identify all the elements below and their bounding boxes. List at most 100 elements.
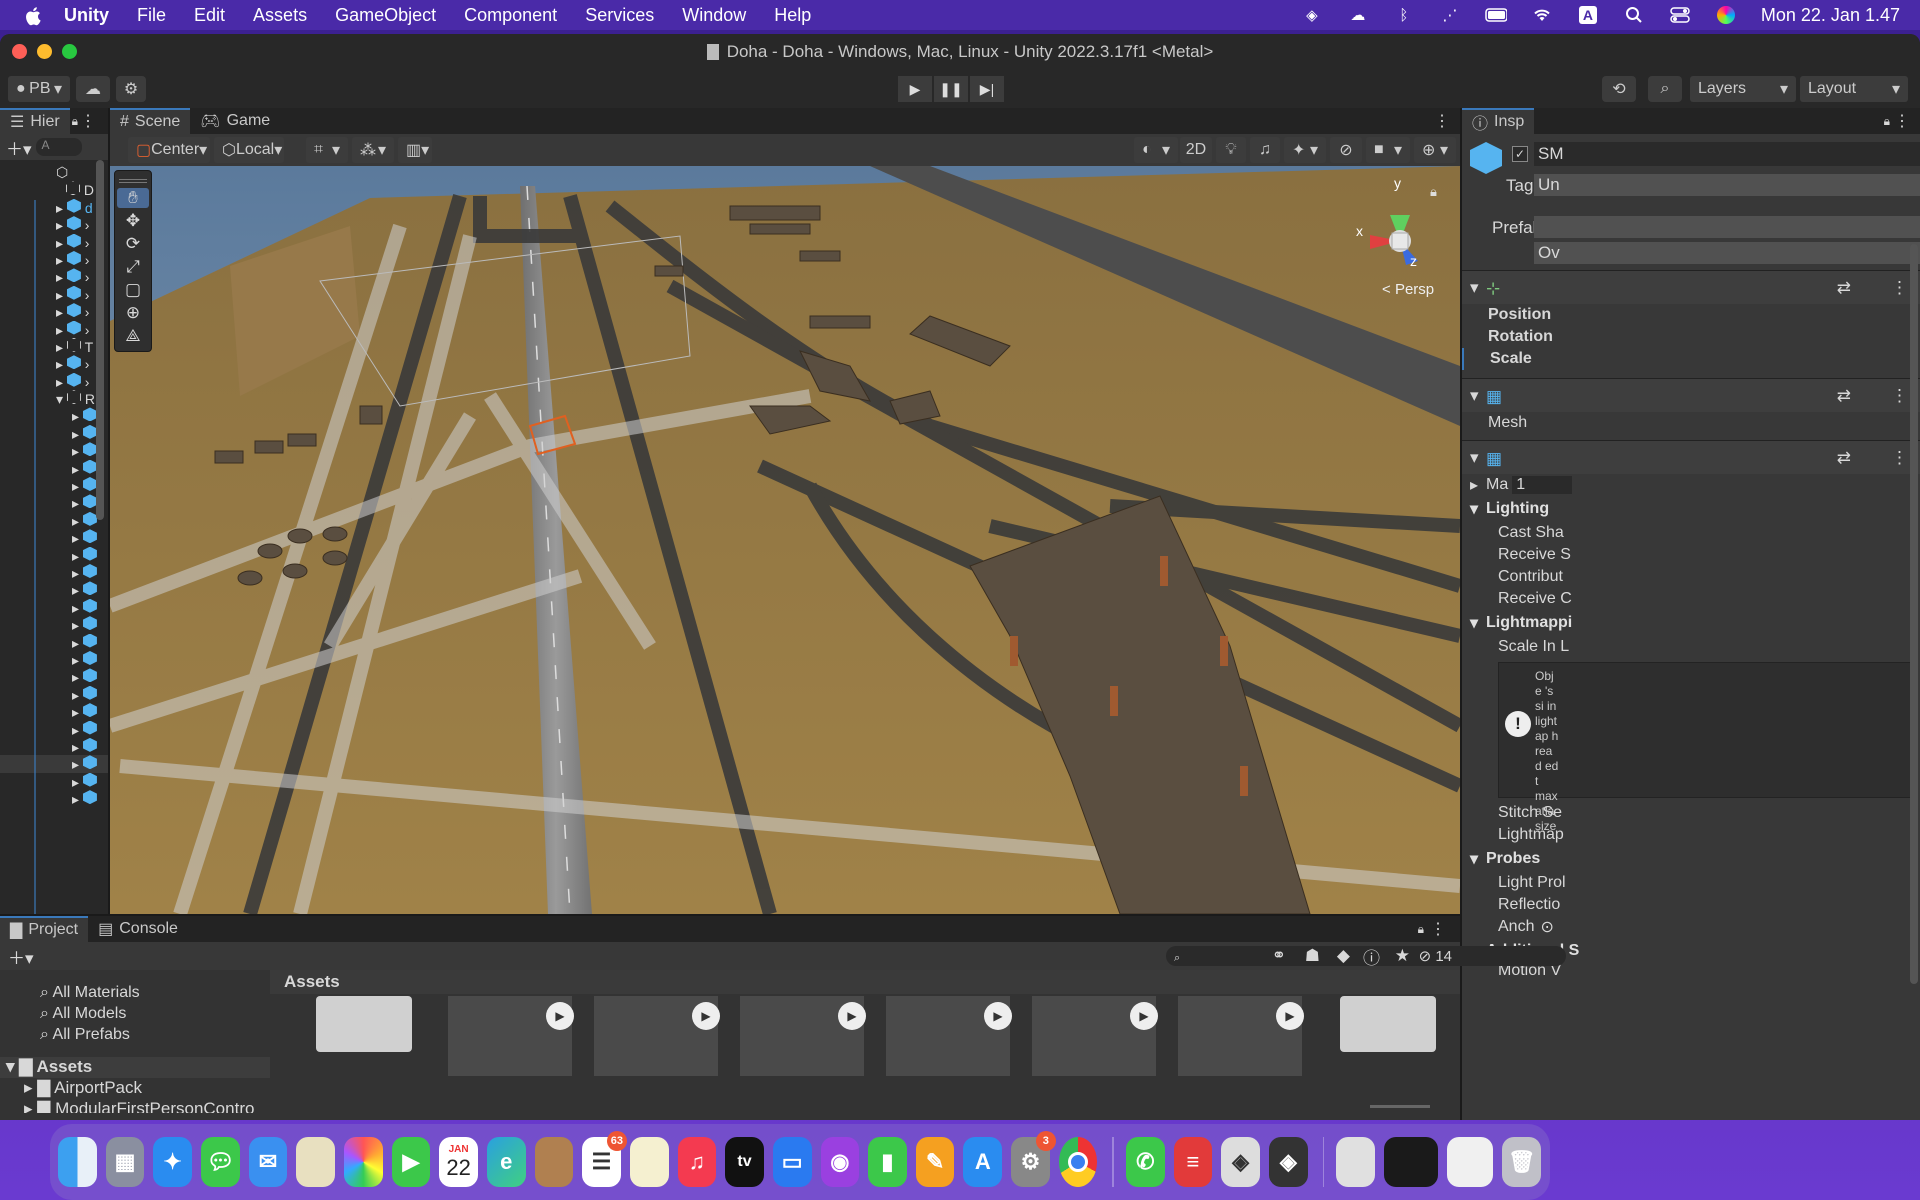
system-settings-icon[interactable]: ⚙ 3 xyxy=(1011,1131,1056,1187)
visibility-toggle[interactable]: ⊘ xyxy=(1330,137,1362,163)
lighting-foldout[interactable]: ▾ Lighting xyxy=(1462,496,1920,522)
receive-shadows-label[interactable]: Receive S xyxy=(1462,544,1920,566)
space-dropdown[interactable]: ⬡ Local ▾ xyxy=(214,137,284,163)
focus-icon[interactable]: ⋰ xyxy=(1439,6,1461,24)
numbers-icon[interactable]: ▮ xyxy=(868,1137,907,1187)
list-item[interactable]: ▸ › xyxy=(0,320,108,338)
control-center-icon[interactable] xyxy=(1669,6,1691,24)
more-menu-icon[interactable]: ⋮ xyxy=(1894,111,1910,131)
cast-shadows-label[interactable]: Cast Sha xyxy=(1462,522,1920,544)
inspector-scrollbar[interactable] xyxy=(1910,244,1918,984)
asset-thumbnail[interactable]: ▶ xyxy=(886,996,1012,1076)
minimize-window-button[interactable] xyxy=(37,44,52,59)
gizmos-dropdown[interactable]: ⊕ ▾ xyxy=(1414,137,1456,163)
menu-services[interactable]: Services xyxy=(585,5,654,26)
tab-hierarchy[interactable]: ☰ Hier xyxy=(0,108,70,134)
lock-icon[interactable]: 🔒︎ xyxy=(1884,114,1890,129)
menu-window[interactable]: Window xyxy=(682,5,746,26)
reflection-probes-label[interactable]: Reflectio xyxy=(1462,894,1920,916)
scale-label[interactable]: Scale xyxy=(1462,348,1920,370)
list-item[interactable]: ▸ xyxy=(0,790,108,807)
drag-handle-icon[interactable] xyxy=(119,179,147,183)
list-item[interactable]: ▸ d xyxy=(0,198,108,216)
list-item[interactable]: ▸ xyxy=(0,650,108,668)
mail-icon[interactable]: ✉ xyxy=(248,1137,288,1187)
menu-assets[interactable]: Assets xyxy=(253,5,307,26)
open-prefab-button[interactable] xyxy=(1534,216,1920,238)
toggle-2d-button[interactable]: 2D xyxy=(1180,137,1212,163)
menu-gameobject[interactable]: GameObject xyxy=(335,5,436,26)
lighting-toggle[interactable]: 💡︎ xyxy=(1216,137,1246,163)
app-store-icon[interactable]: A xyxy=(963,1137,1003,1187)
effects-dropdown[interactable]: ✦ ▾ xyxy=(1284,137,1326,163)
folder-item[interactable]: ▸ ▇ AirportPack xyxy=(0,1078,270,1099)
step-button[interactable]: ▶| xyxy=(970,76,1004,102)
create-add-icon[interactable]: ＋▾ xyxy=(8,944,34,969)
list-item[interactable]: ▸ xyxy=(0,703,108,720)
maps-icon[interactable] xyxy=(296,1137,335,1187)
mesh-renderer-header[interactable]: ▾ ▦ ⇄ ⋮ xyxy=(1462,440,1920,474)
audio-toggle[interactable]: ♫ xyxy=(1250,137,1280,163)
list-item[interactable]: ▸ xyxy=(0,737,108,755)
spotlight-search-icon[interactable] xyxy=(1623,6,1645,24)
more-menu-icon[interactable]: ⋮ xyxy=(1434,111,1450,131)
safari-icon[interactable]: ✦ xyxy=(153,1137,192,1187)
contribute-gi-label[interactable]: Contribut xyxy=(1462,566,1920,588)
list-item[interactable]: ▸ › xyxy=(0,372,108,390)
messages-icon[interactable]: 💬︎ xyxy=(200,1137,240,1187)
list-item[interactable]: ▸ xyxy=(0,685,108,703)
search-button[interactable]: ⌕ xyxy=(1648,76,1682,102)
reminders-icon[interactable]: ☰ 63 xyxy=(582,1131,627,1187)
layout-dropdown[interactable]: Layout ▾ xyxy=(1800,76,1908,102)
zoom-window-button[interactable] xyxy=(62,44,77,59)
list-item[interactable]: ▸ › xyxy=(0,250,108,268)
unity-hub-icon[interactable]: ◈ xyxy=(1221,1137,1260,1187)
favorite-star-icon[interactable]: ★ xyxy=(1395,946,1410,966)
grid-snap-button[interactable]: ⌗ ▾ xyxy=(306,137,348,163)
pause-button[interactable]: ❚❚ xyxy=(934,76,968,102)
add-icon[interactable]: ＋▾ xyxy=(6,135,32,160)
import-warnings-icon[interactable]: ⓘ xyxy=(1363,944,1380,969)
favorite-all-materials[interactable]: ⌕ All Materials xyxy=(40,982,270,1003)
minimized-window-thumbnail[interactable] xyxy=(1446,1137,1494,1187)
siri-icon[interactable] xyxy=(1715,6,1737,24)
tab-console[interactable]: ▤ Console xyxy=(88,916,188,942)
list-item[interactable]: ▸ xyxy=(0,616,108,633)
list-item[interactable]: ▸ › xyxy=(0,233,108,251)
tab-project[interactable]: ▇ Project xyxy=(0,916,89,942)
list-item[interactable]: ▸ xyxy=(0,407,108,424)
more-menu-icon[interactable]: ⋮ xyxy=(80,111,96,131)
menu-edit[interactable]: Edit xyxy=(194,5,225,26)
camera-dropdown[interactable]: ■ ▾ xyxy=(1366,137,1410,163)
rotation-label[interactable]: Rotation xyxy=(1462,326,1920,348)
menu-component[interactable]: Component xyxy=(464,5,557,26)
list-item[interactable]: ▸ xyxy=(0,563,108,581)
list-item[interactable]: ▸ xyxy=(0,511,108,529)
lock-icon[interactable]: 🔒︎ xyxy=(1418,922,1424,937)
battery-icon[interactable] xyxy=(1485,6,1507,24)
asset-breadcrumb[interactable]: Assets xyxy=(270,970,1460,994)
materials-row[interactable]: ▸ Ma 1 xyxy=(1462,474,1920,496)
cloud-sync-icon[interactable]: ☁ xyxy=(1347,6,1369,24)
launchpad-icon[interactable]: ▦ xyxy=(105,1137,145,1187)
pivot-dropdown[interactable]: ▢ Center ▾ xyxy=(128,137,210,163)
facetime-icon[interactable]: ▶ xyxy=(391,1137,431,1187)
asset-thumbnail[interactable]: ▶ xyxy=(594,996,720,1076)
account-dropdown[interactable]: ● PB ▾ xyxy=(8,76,70,102)
list-item[interactable]: ▸ xyxy=(0,424,108,442)
menu-clock[interactable]: Mon 22. Jan 1.47 xyxy=(1761,5,1900,26)
trash-icon[interactable]: 🗑︎ xyxy=(1502,1137,1541,1187)
apple-icon[interactable] xyxy=(24,5,50,26)
asset-thumbnail[interactable]: ▶ xyxy=(1032,996,1158,1076)
list-item[interactable]: ▸ xyxy=(0,442,108,459)
menu-file[interactable]: File xyxy=(137,5,166,26)
scale-in-lightmap-label[interactable]: Scale In L xyxy=(1462,636,1920,658)
list-item[interactable]: ▸ T xyxy=(0,337,108,355)
list-item[interactable]: ▸ xyxy=(0,581,108,598)
search-by-type-icon[interactable]: ⚭ xyxy=(1272,946,1286,966)
folder-item[interactable]: ▸ ▇ ModularFirstPersonContro xyxy=(0,1099,270,1113)
pages-icon[interactable]: ✎ xyxy=(915,1137,955,1187)
filter-by-type-icon[interactable]: ☗ xyxy=(1305,946,1320,966)
list-item[interactable]: ▸ xyxy=(0,459,108,477)
asset-thumbnail[interactable]: ▶ xyxy=(1178,996,1304,1076)
